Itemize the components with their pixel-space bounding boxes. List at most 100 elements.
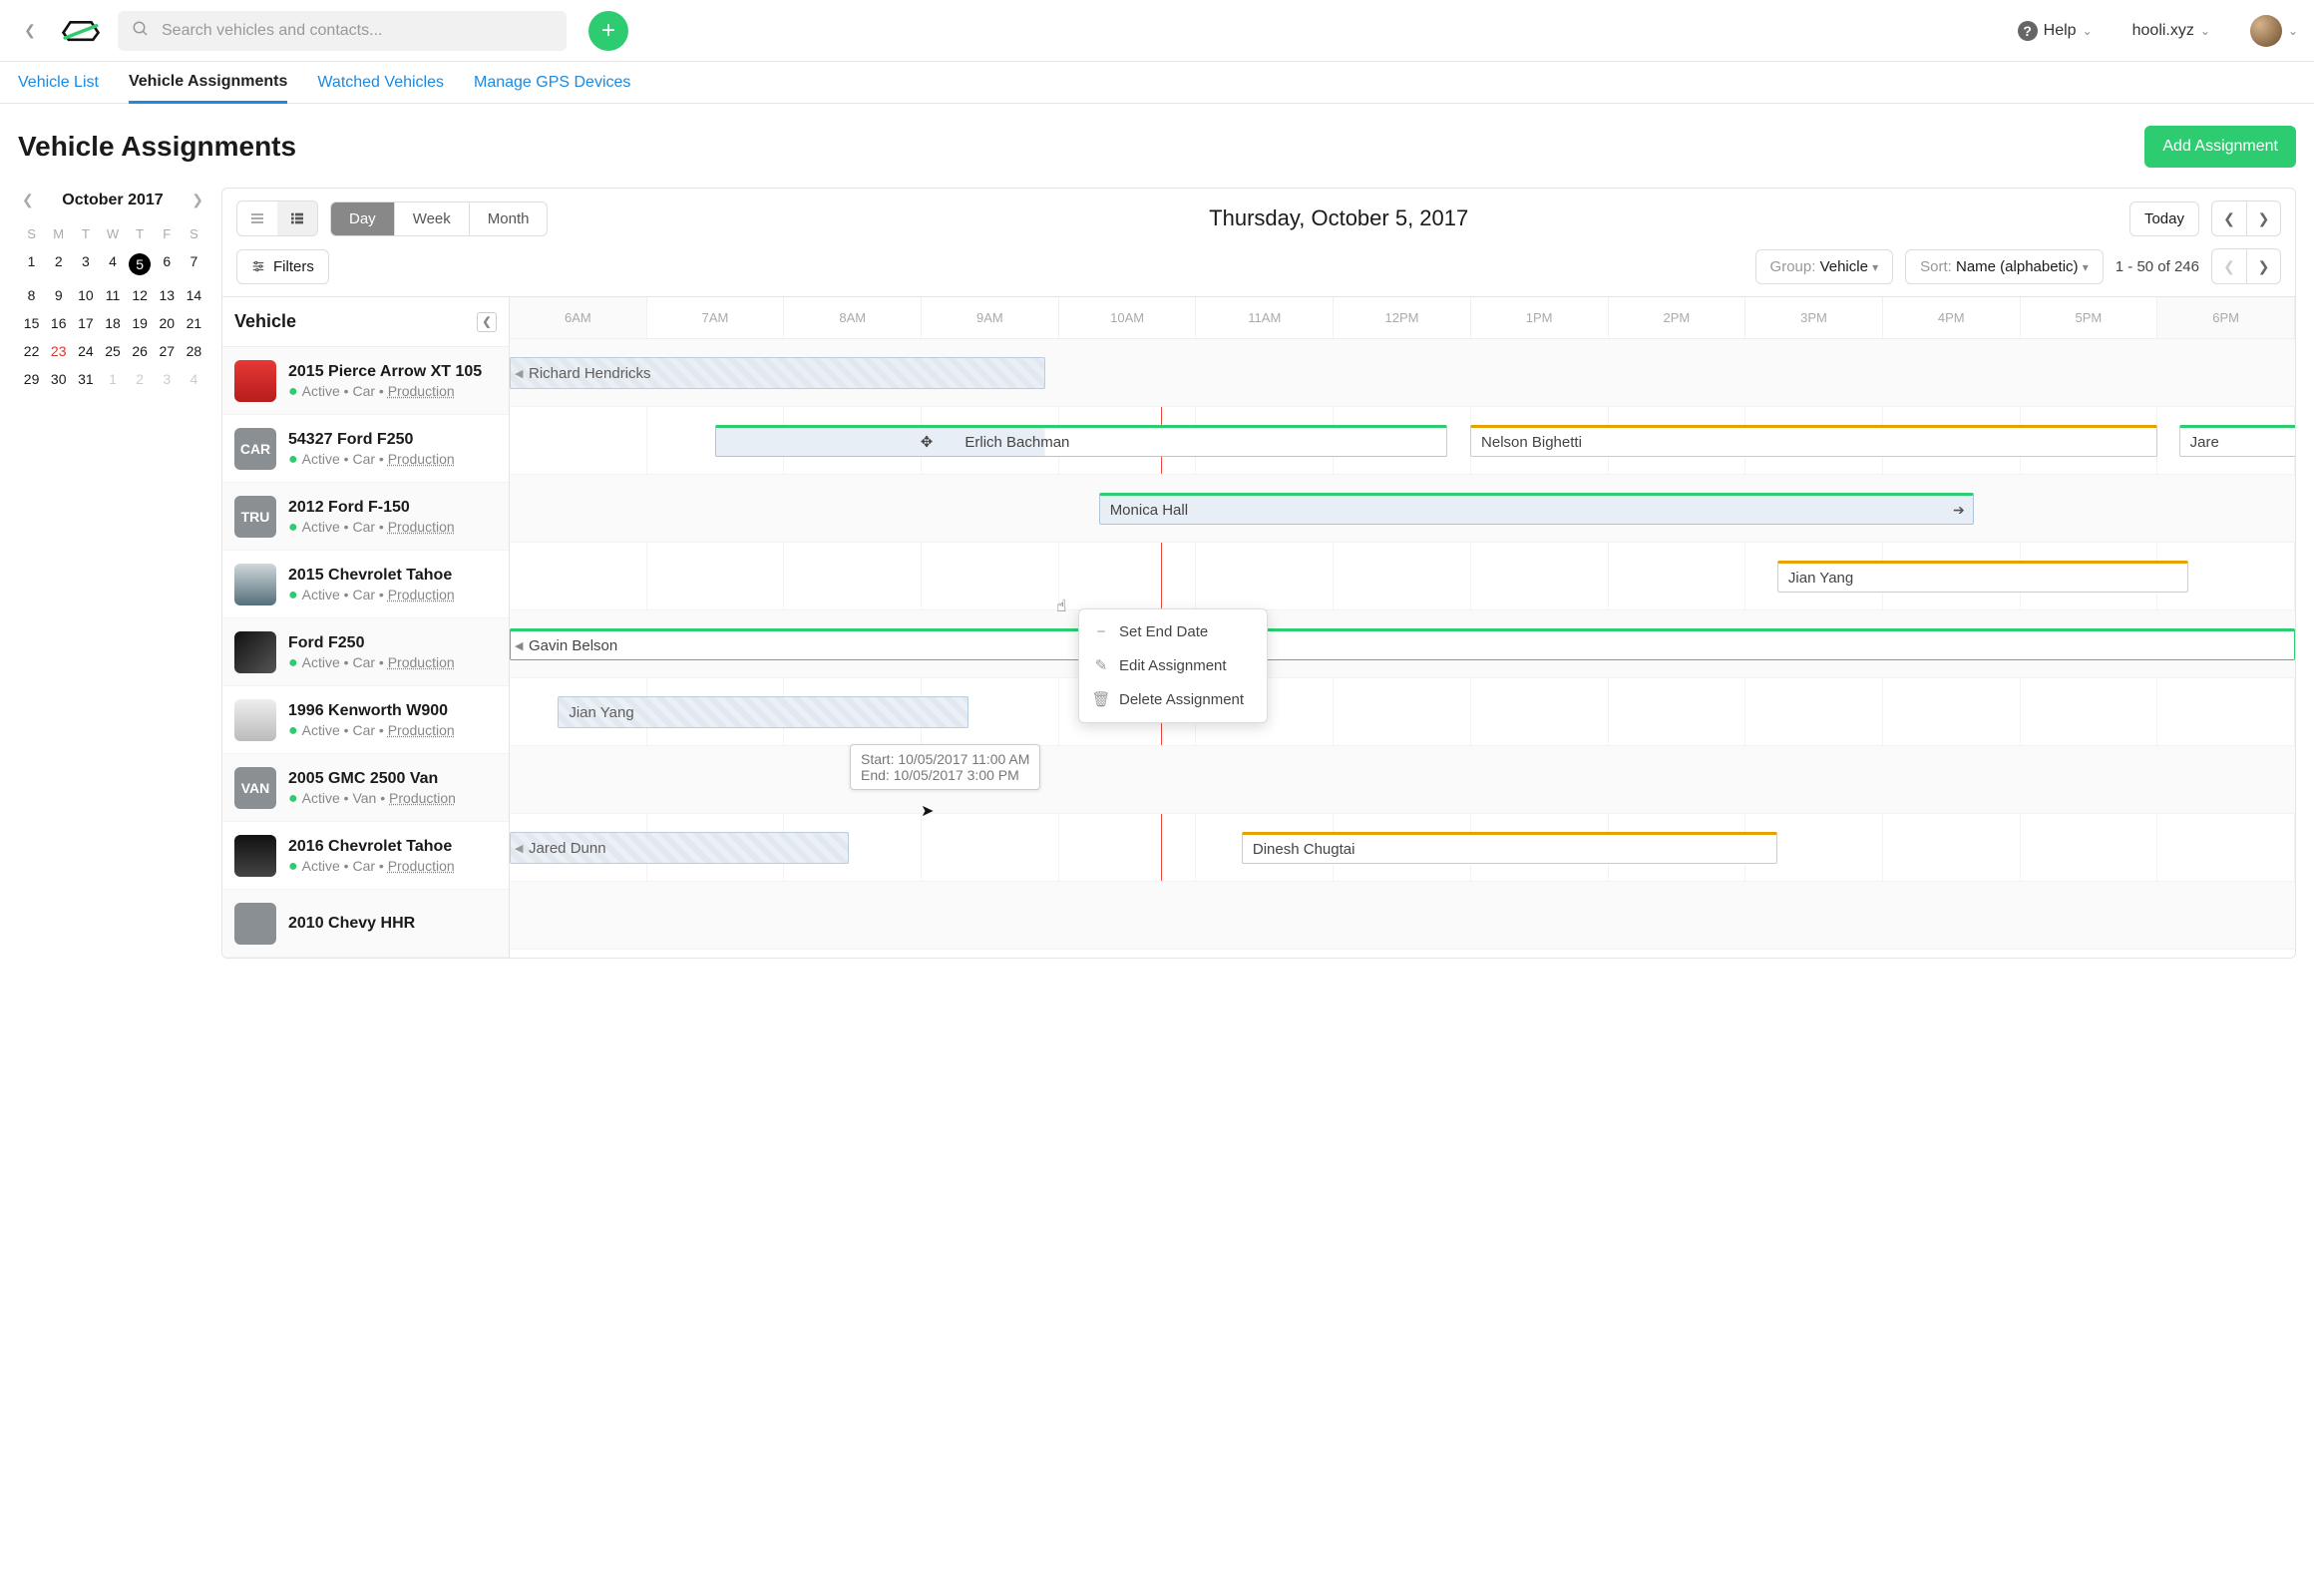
cal-next[interactable]: ❯ [188, 188, 207, 212]
timeline-lane[interactable]: ◀Jared Dunn Dinesh Chugtai [510, 814, 2295, 882]
cal-day[interactable]: 14 [181, 283, 207, 307]
ctx-edit[interactable]: ✎ Edit Assignment [1079, 648, 1267, 682]
time-mode-switcher: Day Week Month [330, 201, 548, 236]
vehicle-row[interactable]: 1996 Kenworth W900●Active • Car • Produc… [222, 686, 509, 754]
back-button[interactable]: ❮ [16, 17, 44, 45]
pager-next[interactable]: ❯ [2246, 249, 2280, 283]
vehicle-row[interactable]: 2016 Chevrolet Tahoe●Active • Car • Prod… [222, 822, 509, 890]
cal-day[interactable]: 29 [18, 367, 45, 391]
cal-day[interactable]: 2 [127, 367, 154, 391]
add-assignment-button[interactable]: Add Assignment [2144, 126, 2296, 168]
cal-day[interactable]: 31 [72, 367, 99, 391]
app-logo[interactable] [60, 12, 102, 50]
tab-watched-vehicles[interactable]: Watched Vehicles [317, 74, 444, 92]
cal-day[interactable]: 27 [154, 339, 181, 363]
user-menu[interactable]: ⌄ [2250, 15, 2298, 47]
mode-week[interactable]: Week [395, 202, 470, 235]
mode-day[interactable]: Day [331, 202, 395, 235]
tab-manage-gps[interactable]: Manage GPS Devices [474, 74, 630, 92]
vehicle-row[interactable]: VAN2005 GMC 2500 Van●Active • Van • Prod… [222, 754, 509, 822]
timeline-lane[interactable]: ✥Erlich Bachman Nelson Bighetti Jare [510, 407, 2295, 475]
date-prev[interactable]: ❮ [2212, 201, 2246, 235]
tab-vehicle-assignments[interactable]: Vehicle Assignments [129, 73, 287, 104]
grid-view-button[interactable] [277, 201, 317, 235]
group-label: Group: [1770, 258, 1816, 275]
vehicle-row[interactable]: 2015 Chevrolet Tahoe●Active • Car • Prod… [222, 551, 509, 618]
assignment-bar[interactable]: ◀Richard Hendricks [510, 357, 1045, 389]
sort-dropdown[interactable]: Sort: Name (alphabetic) ▾ [1905, 249, 2104, 284]
cal-day[interactable]: 1 [18, 249, 45, 279]
cal-day[interactable]: 2 [45, 249, 72, 279]
cal-day[interactable]: 1 [99, 367, 126, 391]
pager-prev[interactable]: ❮ [2212, 249, 2246, 283]
ctx-set-end-date[interactable]: − Set End Date [1079, 615, 1267, 648]
date-next[interactable]: ❯ [2246, 201, 2280, 235]
assignment-name: Richard Hendricks [529, 365, 651, 382]
cal-prev[interactable]: ❮ [18, 188, 38, 212]
vehicle-row[interactable]: TRU2012 Ford F-150●Active • Car • Produc… [222, 483, 509, 551]
assignment-bar[interactable]: Monica Hall➔ [1099, 493, 1974, 525]
hour-label: 10AM [1059, 297, 1197, 338]
assignment-bar[interactable]: ◀Gavin Belson [510, 628, 2295, 660]
cal-day[interactable]: 15 [18, 311, 45, 335]
vehicle-row[interactable]: CAR54327 Ford F250●Active • Car • Produc… [222, 415, 509, 483]
assignment-bar[interactable]: ✥Erlich Bachman [715, 425, 1447, 457]
timeline-lane[interactable]: Monica Hall➔ [510, 475, 2295, 543]
cal-day[interactable]: 3 [72, 249, 99, 279]
vehicle-row[interactable]: 2015 Pierce Arrow XT 105●Active • Car • … [222, 347, 509, 415]
assignment-bar[interactable]: ◀Jared Dunn [510, 832, 849, 864]
assignment-bar[interactable]: Nelson Bighetti [1470, 425, 2157, 457]
cal-day[interactable]: 4 [181, 367, 207, 391]
cal-day[interactable]: 28 [181, 339, 207, 363]
group-dropdown[interactable]: Group: Vehicle ▾ [1755, 249, 1894, 284]
cal-day[interactable]: 18 [99, 311, 126, 335]
cal-day[interactable]: 10 [72, 283, 99, 307]
cal-day[interactable]: 6 [154, 249, 181, 279]
mode-month[interactable]: Month [470, 202, 548, 235]
cal-day[interactable]: 21 [181, 311, 207, 335]
tab-vehicle-list[interactable]: Vehicle List [18, 74, 99, 92]
cal-day[interactable]: 26 [127, 339, 154, 363]
cal-day[interactable]: 30 [45, 367, 72, 391]
add-button[interactable]: + [588, 11, 628, 51]
timeline-lane[interactable]: Jian Yang [510, 678, 2295, 746]
cal-day[interactable]: 5 [127, 249, 154, 279]
cal-day[interactable]: 13 [154, 283, 181, 307]
search-box[interactable] [118, 11, 567, 51]
ctx-delete[interactable]: 🗑 Delete Assignment [1079, 682, 1267, 716]
search-input[interactable] [162, 22, 553, 40]
assignment-bar[interactable]: Jian Yang [1777, 561, 2188, 593]
collapse-vehicles[interactable]: ❮ [477, 312, 497, 332]
cal-day[interactable]: 7 [181, 249, 207, 279]
cal-day[interactable]: 19 [127, 311, 154, 335]
cal-day[interactable]: 3 [154, 367, 181, 391]
cal-day[interactable]: 11 [99, 283, 126, 307]
cal-day[interactable]: 4 [99, 249, 126, 279]
list-view-button[interactable] [237, 201, 277, 235]
timeline-lane[interactable]: ◀Richard Hendricks [510, 339, 2295, 407]
vehicle-row[interactable]: Ford F250●Active • Car • Production [222, 618, 509, 686]
cal-day[interactable]: 16 [45, 311, 72, 335]
assignment-bar[interactable]: Jare [2179, 425, 2295, 457]
vehicle-row[interactable]: 2010 Chevy HHR [222, 890, 509, 958]
cal-day[interactable]: 25 [99, 339, 126, 363]
help-menu[interactable]: ? Help ⌄ [2018, 21, 2093, 41]
cal-day[interactable]: 22 [18, 339, 45, 363]
timeline-lane[interactable] [510, 746, 2295, 814]
cal-day[interactable]: 12 [127, 283, 154, 307]
timeline-lane[interactable]: ◀Gavin Belson [510, 610, 2295, 678]
vehicle-sub: ●Active • Car • Production [288, 587, 455, 602]
cal-day[interactable]: 8 [18, 283, 45, 307]
cal-day[interactable]: 24 [72, 339, 99, 363]
today-button[interactable]: Today [2129, 201, 2199, 236]
org-menu[interactable]: hooli.xyz ⌄ [2132, 22, 2210, 40]
timeline-lane[interactable]: Jian Yang [510, 543, 2295, 610]
timeline-lane[interactable] [510, 882, 2295, 950]
filters-button[interactable]: Filters [236, 249, 329, 284]
cal-day[interactable]: 9 [45, 283, 72, 307]
cal-day[interactable]: 23 [45, 339, 72, 363]
cal-day[interactable]: 20 [154, 311, 181, 335]
cal-day[interactable]: 17 [72, 311, 99, 335]
assignment-bar[interactable]: Jian Yang [558, 696, 968, 728]
assignment-bar[interactable]: Dinesh Chugtai [1242, 832, 1777, 864]
